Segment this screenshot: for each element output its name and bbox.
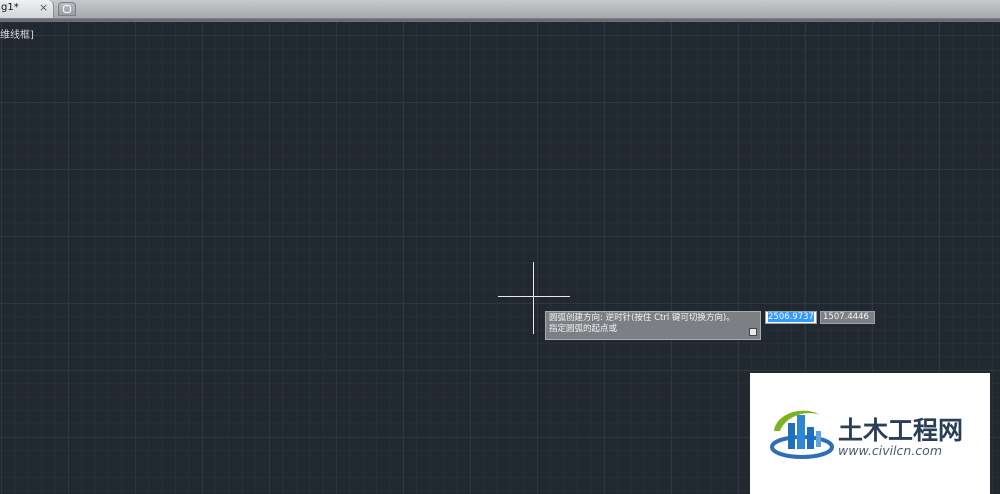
new-drawing-tab-button[interactable] — [58, 2, 76, 16]
prompt-line-direction: 圆弧创建方向: 逆时针(按住 Ctrl 键可切换方向)。 — [549, 313, 735, 323]
cad-window: g1* × 维线框] 圆弧创建方向: 逆时针(按住 Ctrl 键可切换方向)。 … — [0, 0, 1000, 494]
dynamic-input-prompt: 圆弧创建方向: 逆时针(按住 Ctrl 键可切换方向)。 指定圆弧的起点或 — [545, 311, 761, 340]
y-coordinate-input[interactable]: 1507.4446 — [820, 311, 875, 324]
crosshair-cursor-vertical — [533, 262, 534, 334]
prompt-line-start-point: 指定圆弧的起点或 — [549, 324, 618, 334]
new-drawing-icon — [62, 4, 72, 14]
crosshair-cursor-horizontal — [498, 296, 570, 297]
y-coordinate-value: 1507.4446 — [823, 312, 869, 322]
watermark-title: 土木工程网 — [838, 416, 964, 445]
site-watermark: 土木工程网 www.civilcn.com — [750, 373, 990, 494]
expand-options-icon[interactable] — [749, 328, 757, 336]
x-coordinate-input[interactable]: 2506.9737 — [765, 311, 817, 324]
watermark-url: www.civilcn.com — [838, 443, 942, 458]
file-tab-label: g1* — [1, 2, 19, 13]
file-tab-bar: g1* × — [0, 0, 1000, 19]
file-tab-drawing1[interactable]: g1* × — [0, 0, 54, 18]
x-coordinate-value: 2506.9737 — [768, 312, 814, 322]
tab-close-icon[interactable]: × — [39, 1, 48, 14]
civilcn-logo-icon — [770, 410, 834, 459]
visual-style-control[interactable]: 维线框] — [0, 26, 34, 41]
